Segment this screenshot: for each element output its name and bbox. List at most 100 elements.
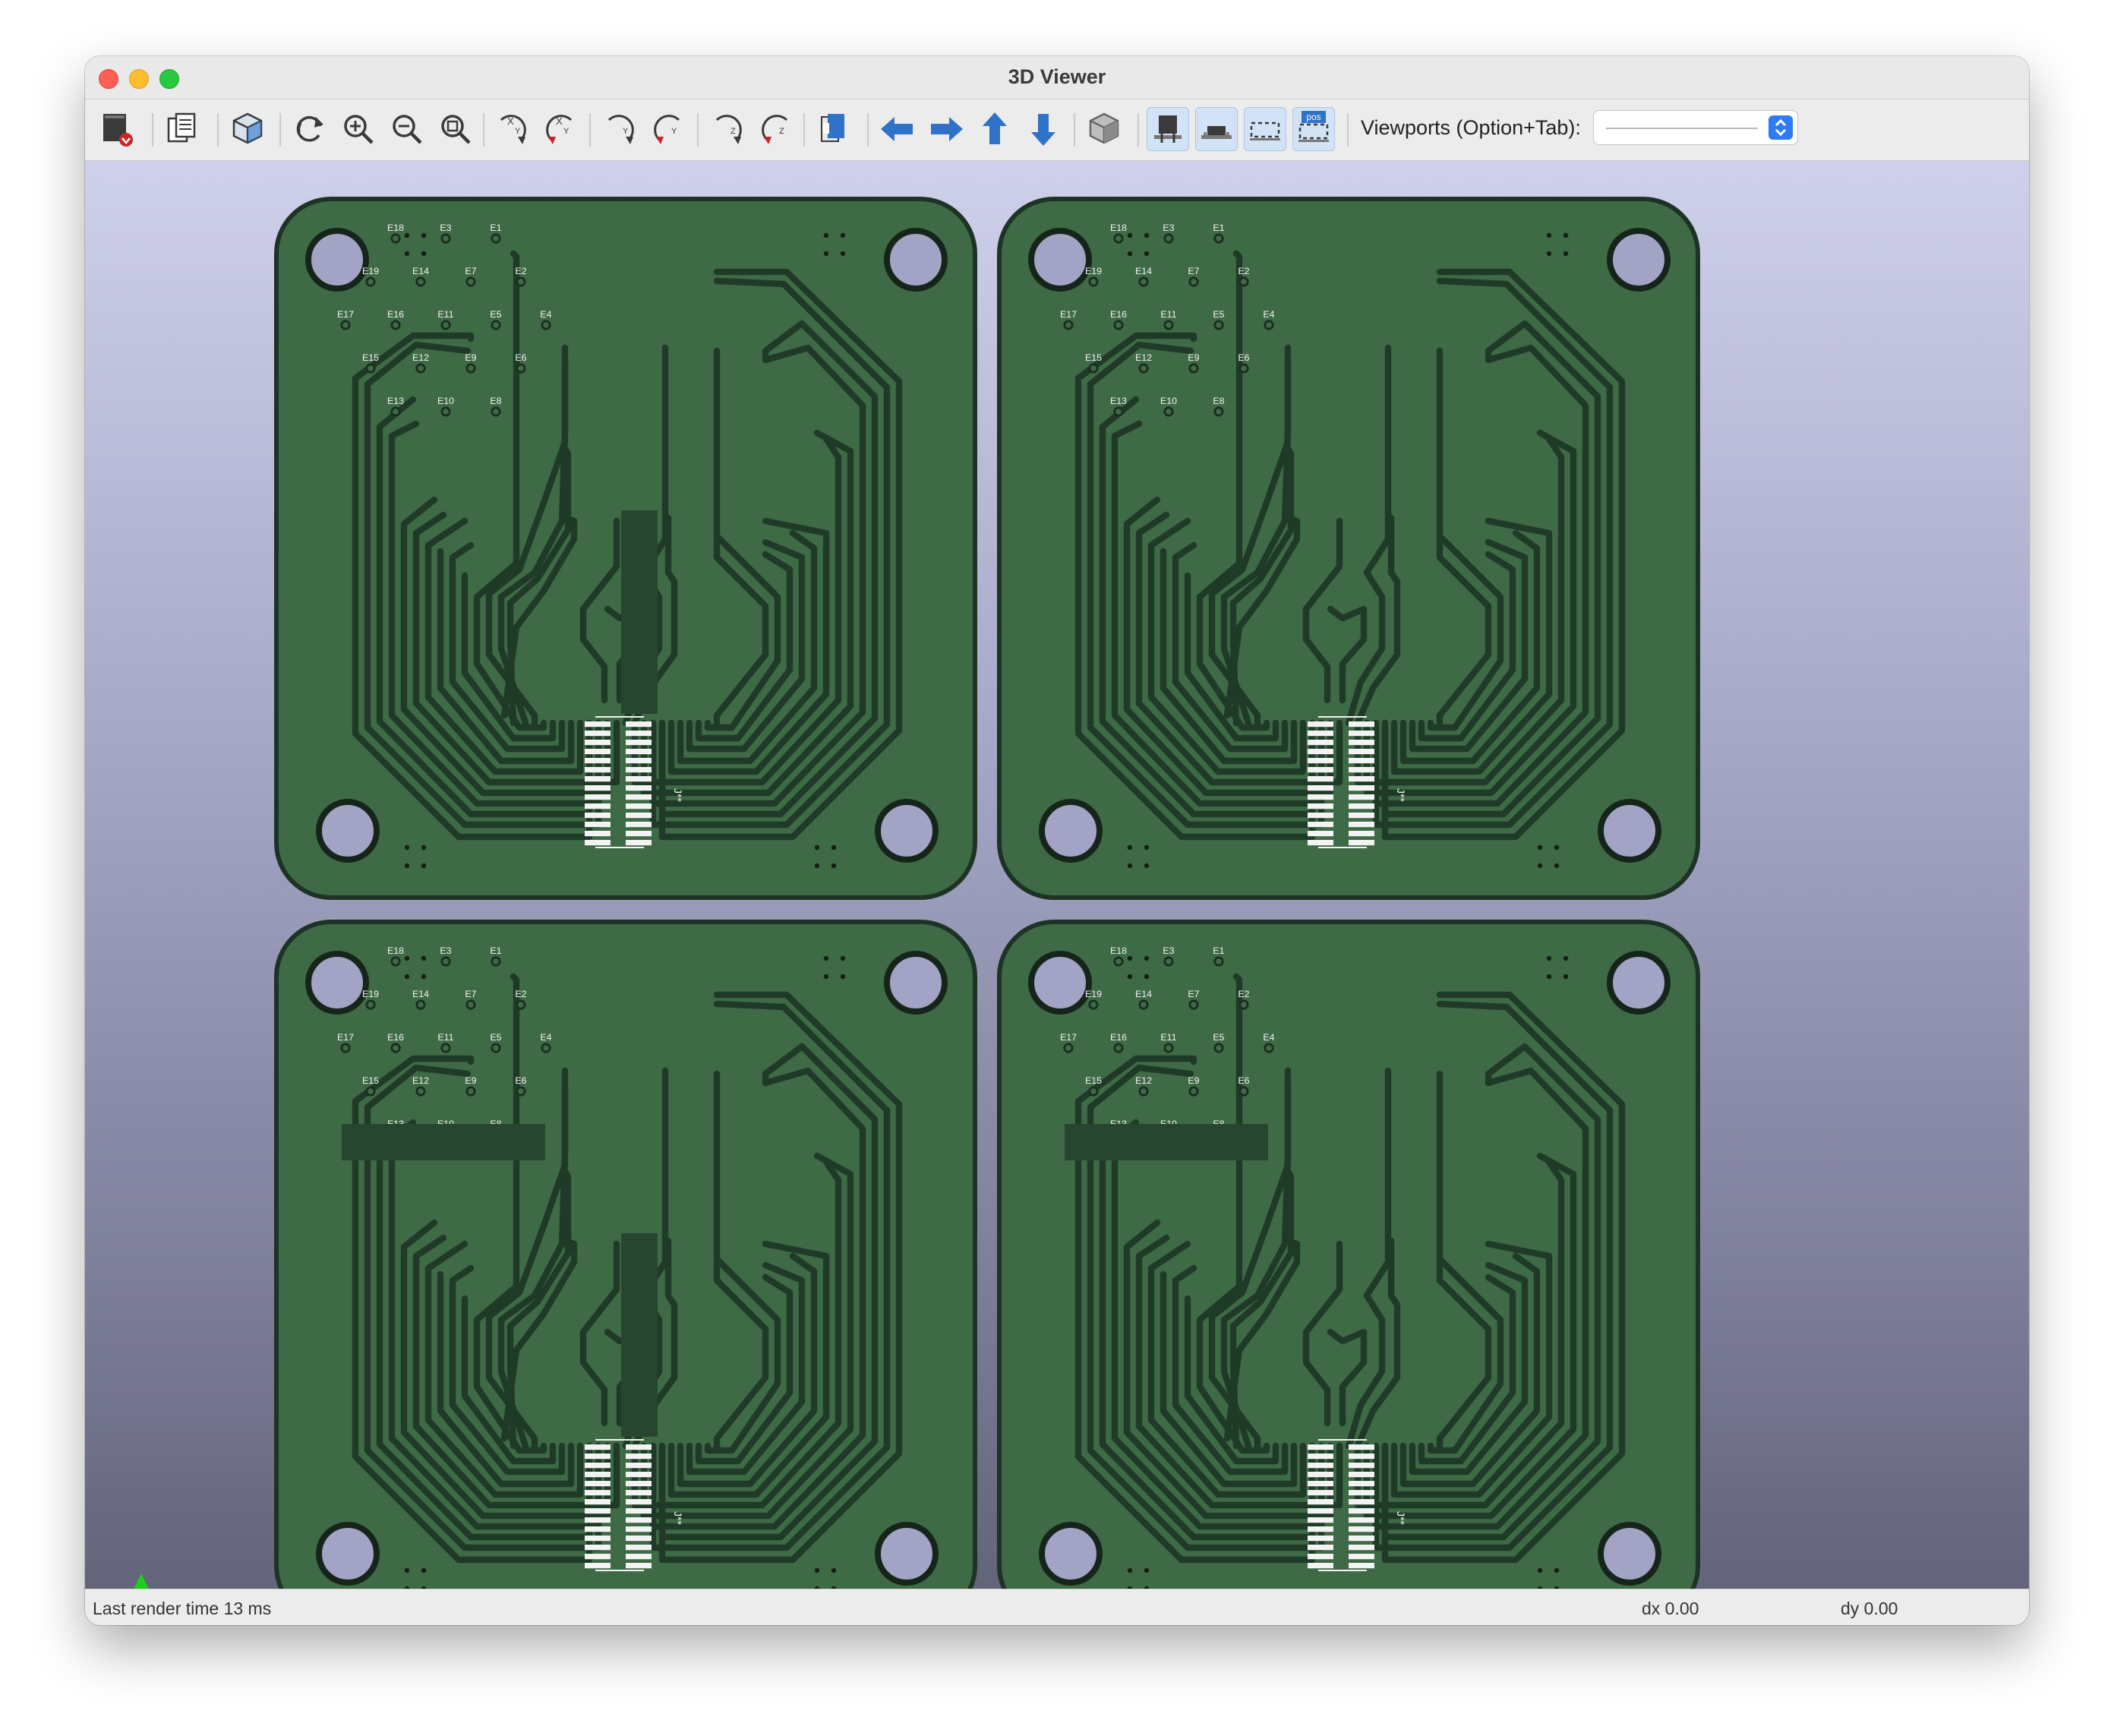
silkscreen-label: E11 <box>437 1032 453 1043</box>
view-iso-icon <box>232 112 263 144</box>
silkscreen-label: E17 <box>337 1032 354 1043</box>
electrode-pad <box>1213 233 1224 244</box>
pan-left-button[interactable] <box>876 107 919 151</box>
electrode-pad <box>1088 363 1099 374</box>
show-virtual-models-button[interactable] <box>1244 107 1286 151</box>
silkscreen-label: E17 <box>337 309 354 320</box>
toolbar-separator <box>152 113 153 147</box>
rotate-y-cw-button[interactable]: Y <box>598 107 641 151</box>
silkscreen-label: E18 <box>387 945 404 956</box>
toolbar-separator <box>803 113 805 147</box>
viewports-value <box>1606 128 1758 129</box>
3d-viewport[interactable]: E18 E3 E1 E19 E14 E7 E2 E17 E16 E11 E5 E4 E15 E12 E9 E6… <box>85 161 2029 1589</box>
silkscreen-label: E18 <box>387 223 404 233</box>
rotate-y-ccw-button[interactable]: Y <box>647 107 689 151</box>
svg-text:pos: pos <box>1306 112 1320 122</box>
electrode-pad <box>1113 233 1124 244</box>
show-not-in-pos-button[interactable]: pos <box>1292 107 1335 151</box>
electrode-pad <box>1113 320 1124 330</box>
silkscreen-label: E3 <box>440 223 451 233</box>
toolbar-separator <box>1347 113 1349 147</box>
electrode-pad <box>340 320 351 330</box>
electrode-pad <box>440 956 451 967</box>
silkscreen-label: E8 <box>1213 396 1224 406</box>
electrode-pad <box>365 276 376 287</box>
zoom-fit-button[interactable] <box>434 107 477 151</box>
electrode-pad <box>1063 320 1074 330</box>
electrode-pad <box>1163 1043 1174 1053</box>
pan-right-button[interactable] <box>925 107 967 151</box>
show-tht-models-icon <box>1154 115 1182 143</box>
rotate-z-cw-button[interactable]: Z <box>706 107 749 151</box>
board-scene[interactable]: E18 E3 E1 E19 E14 E7 E2 E17 E16 E11 E5 E4 E15 E12 E9 E6… <box>85 161 2029 1589</box>
flip-board-button[interactable] <box>812 107 855 151</box>
silkscreen-label: E10 <box>437 396 454 406</box>
electrode-pad <box>390 233 401 244</box>
render-options-icon <box>103 114 133 147</box>
show-smd-models-button[interactable] <box>1195 107 1238 151</box>
pan-up-button[interactable] <box>973 107 1016 151</box>
silkscreen-label: E14 <box>1135 989 1152 999</box>
electrode-pad <box>1138 999 1149 1010</box>
silkscreen-label: E6 <box>1238 1075 1249 1086</box>
electrode-pad <box>516 999 526 1010</box>
silkscreen-label: E8 <box>490 396 501 406</box>
silkscreen-label: E7 <box>465 989 476 999</box>
select-stepper-icon[interactable] <box>1769 115 1793 140</box>
toolbar-separator <box>589 113 591 147</box>
render-time-text: Last render time 13 ms <box>93 1599 272 1618</box>
silkscreen-label: E2 <box>1238 989 1249 999</box>
svg-text:X: X <box>507 115 514 127</box>
silkscreen-label: E2 <box>515 989 526 999</box>
toolbar-separator <box>1137 113 1139 147</box>
rotate-z-cw-icon: Z <box>715 115 742 144</box>
zoom-in-button[interactable] <box>337 107 380 151</box>
pcb-board-body <box>999 199 1698 898</box>
electrode-pad <box>465 276 476 287</box>
silkscreen-label: E11 <box>1160 1032 1176 1043</box>
zoom-out-icon <box>393 115 422 144</box>
rotate-x-ccw-icon: XY <box>546 115 573 144</box>
silkscreen-label: E4 <box>1263 309 1274 320</box>
silkscreen-label: E16 <box>1110 1032 1127 1043</box>
toggle-orthographic-button[interactable] <box>1083 107 1125 151</box>
electrode-pad <box>516 276 526 287</box>
silkscreen-label: E19 <box>362 989 379 999</box>
rotate-x-cw-button[interactable]: XY <box>491 107 533 151</box>
electrode-pad <box>1238 276 1249 287</box>
show-virtual-models-icon <box>1250 122 1280 140</box>
silkscreen-label: E15 <box>1085 352 1102 363</box>
electrode-pad <box>1213 956 1224 967</box>
rotate-z-ccw-icon: Z <box>762 115 788 144</box>
zoom-fit-icon <box>441 115 471 144</box>
silkscreen-label: E6 <box>1238 352 1249 363</box>
electrode-pad <box>491 956 501 967</box>
render-options-button[interactable] <box>96 107 138 151</box>
reload-board-button[interactable] <box>289 107 331 151</box>
rotate-z-ccw-button[interactable]: Z <box>755 107 797 151</box>
electrode-pad <box>465 999 476 1010</box>
silkscreen-label: E19 <box>362 266 379 276</box>
rotate-x-ccw-button[interactable]: XY <box>539 107 582 151</box>
copy-image-button[interactable] <box>161 107 204 151</box>
show-tht-models-button[interactable] <box>1147 107 1189 151</box>
rotate-y-cw-icon: Y <box>607 115 634 144</box>
pan-right-icon <box>931 117 963 141</box>
electrode-pad <box>1138 1086 1149 1097</box>
toolbar-separator <box>217 113 219 147</box>
electrode-pad <box>1138 363 1149 374</box>
silkscreen-label: E12 <box>1135 352 1152 363</box>
pan-down-button[interactable] <box>1022 107 1065 151</box>
electrode-pad <box>491 233 501 244</box>
electrode-pad <box>1264 1043 1274 1053</box>
silkscreen-label: E2 <box>1238 266 1249 276</box>
reference-designator: J** <box>1395 788 1407 802</box>
viewports-select[interactable] <box>1593 110 1798 145</box>
zoom-out-button[interactable] <box>386 107 428 151</box>
silkscreen-label: E19 <box>1085 989 1102 999</box>
electrode-pad <box>440 1043 451 1053</box>
toolbar-separator <box>279 113 281 147</box>
toolbar-separator <box>483 113 484 147</box>
view-iso-button[interactable] <box>226 107 269 151</box>
show-smd-models-icon <box>1201 126 1232 139</box>
